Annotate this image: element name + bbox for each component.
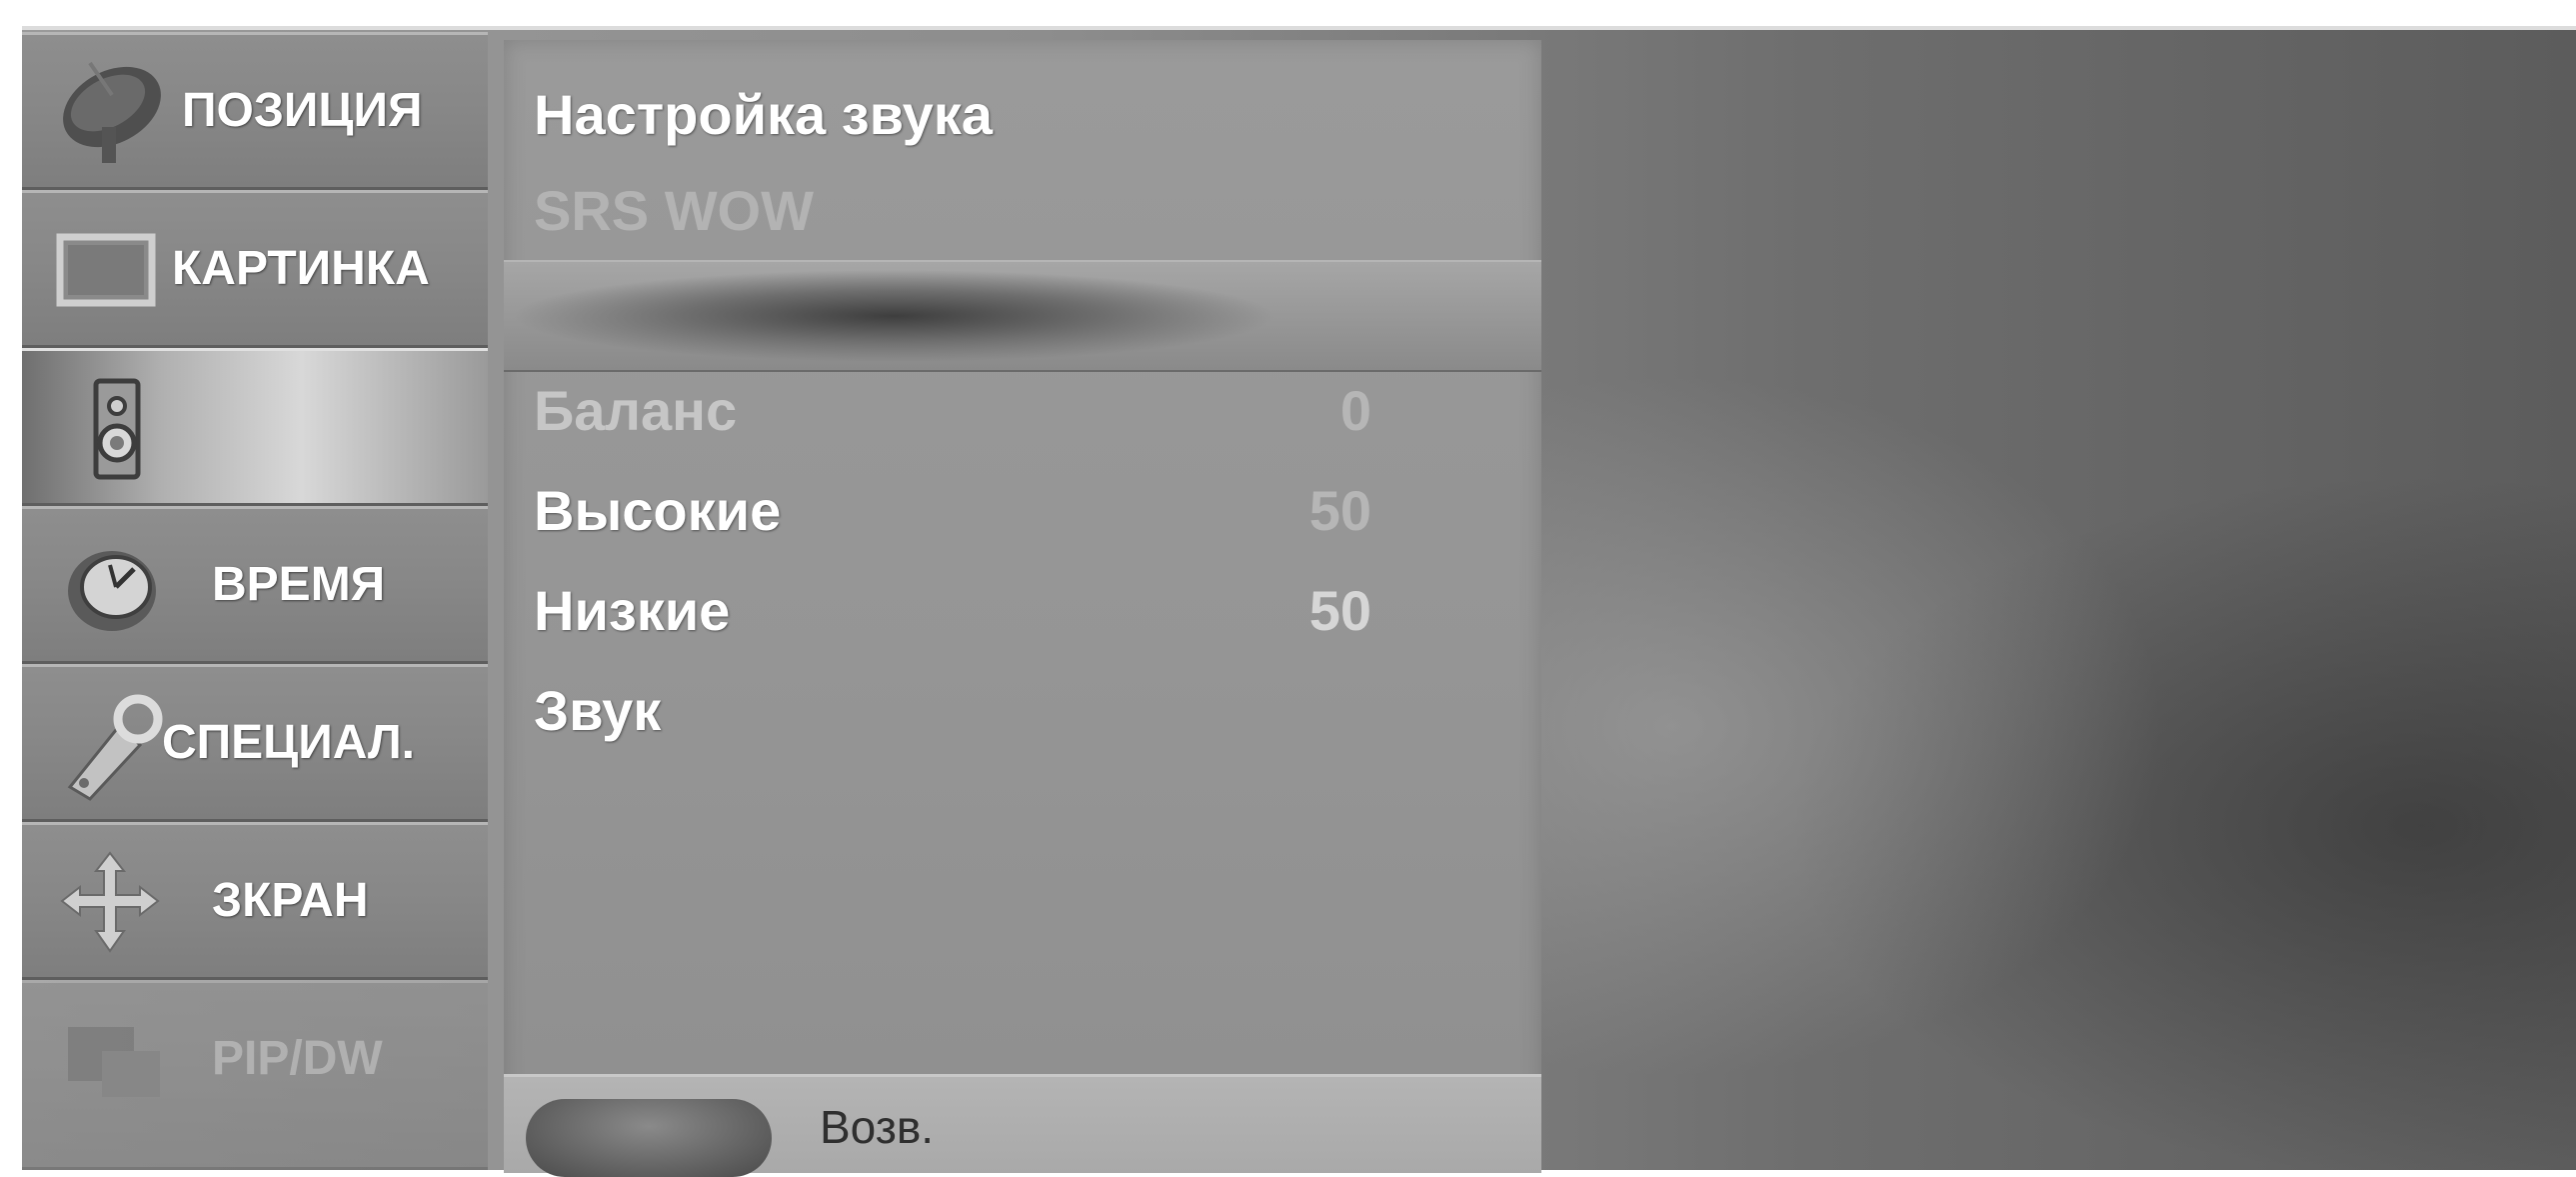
sidebar-item-label: СПЕЦИАЛ. xyxy=(162,716,416,769)
return-button[interactable] xyxy=(526,1099,772,1177)
sidebar-item-pip[interactable]: PIP/DW xyxy=(22,980,488,1170)
panel-title: Настройка звука xyxy=(534,83,993,146)
sound-settings-panel: Настройка звука SRS WOW Баланс 0 Высокие… xyxy=(504,40,1541,1177)
key-tag-icon xyxy=(67,694,163,801)
sidebar-item-special[interactable]: СПЕЦИАЛ. xyxy=(22,664,488,822)
menu-item-bass[interactable]: Низкие xyxy=(534,566,730,656)
bass-value: 50 xyxy=(1308,579,1371,642)
sidebar-item-position[interactable]: ПОЗИЦИЯ xyxy=(22,32,488,190)
menu-item-treble[interactable]: Высокие xyxy=(534,466,781,556)
satellite-dish-icon xyxy=(63,61,161,163)
clock-icon xyxy=(68,551,156,631)
sidebar-item-label: PIP/DW xyxy=(212,1032,383,1085)
sidebar-item-screen[interactable]: ЗКРАН xyxy=(22,822,488,980)
sidebar-item-label: ПОЗИЦИЯ xyxy=(182,84,423,137)
move-arrows-icon xyxy=(60,851,160,953)
sidebar-item-sound[interactable] xyxy=(22,348,488,506)
main-menu-sidebar: ПОЗИЦИЯ КАРТИНКА ВРЕМЯ СПЕЦИАЛ. ЗКРАН PI… xyxy=(22,32,488,1170)
panel-footer: Возв. xyxy=(504,1074,1541,1177)
menu-item-srs-wow[interactable]: SRS WOW xyxy=(534,166,814,256)
menu-item-sound[interactable]: Звук xyxy=(534,666,661,756)
speaker-icon xyxy=(93,378,141,480)
treble-value: 50 xyxy=(1308,479,1371,542)
sidebar-item-time[interactable]: ВРЕМЯ xyxy=(22,506,488,664)
menu-item-selected[interactable] xyxy=(504,260,1541,372)
sidebar-item-picture[interactable]: КАРТИНКА xyxy=(22,190,488,348)
sidebar-item-label: ЗКРАН xyxy=(212,874,369,927)
return-label: Возв. xyxy=(820,1101,935,1153)
tv-screen-icon xyxy=(56,233,156,307)
top-border xyxy=(22,26,2576,30)
menu-item-balance[interactable]: Баланс xyxy=(534,366,737,456)
sidebar-item-label: КАРТИНКА xyxy=(172,242,430,295)
sidebar-item-label: ВРЕМЯ xyxy=(212,558,386,611)
balance-value: 0 xyxy=(1339,379,1371,442)
pip-icon xyxy=(68,1027,160,1097)
